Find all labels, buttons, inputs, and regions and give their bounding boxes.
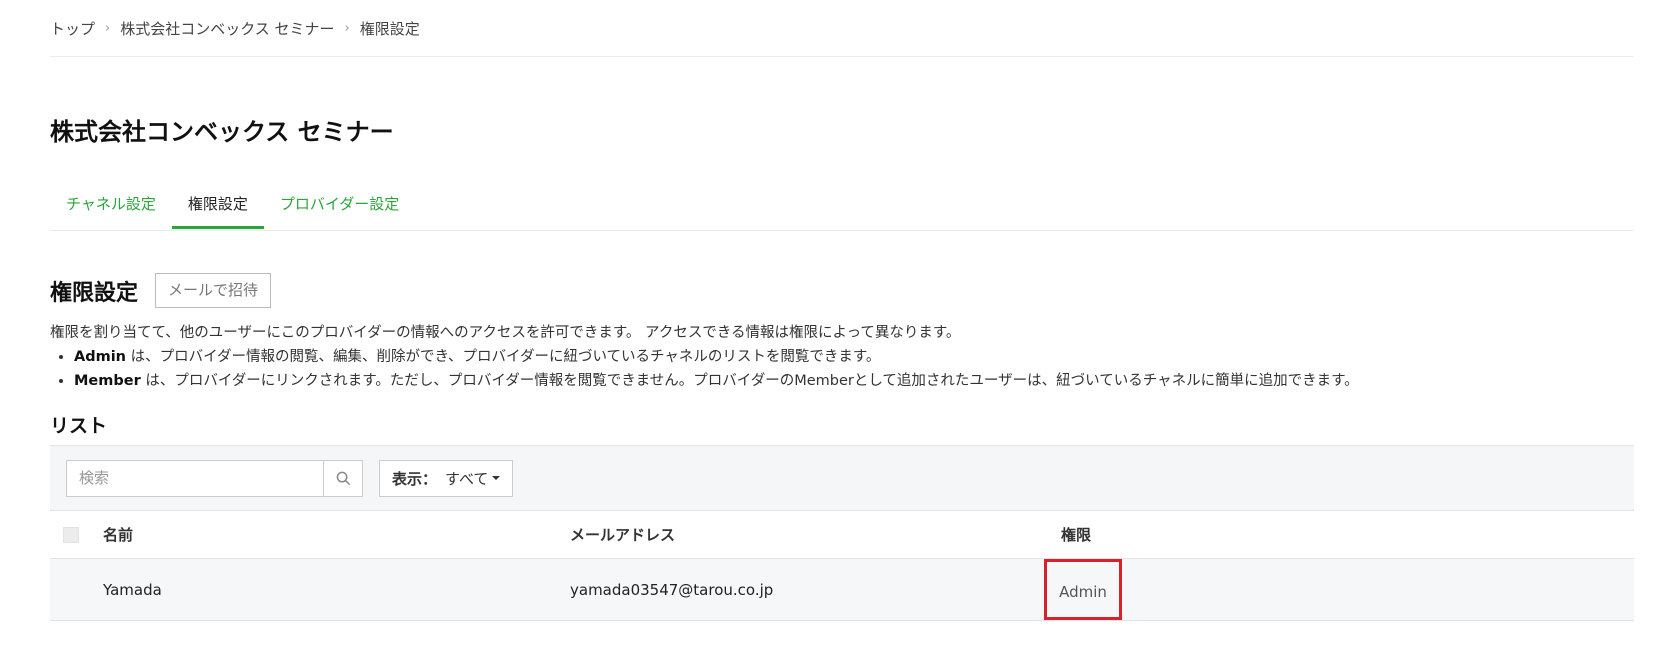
filter-label: 表示： — [392, 469, 438, 488]
role-highlight-box: Admin — [1044, 559, 1122, 620]
search-icon — [336, 471, 350, 485]
page-title: 株式会社コンベックス セミナー — [50, 118, 394, 146]
table-header: 名前 メールアドレス 権限 — [50, 511, 1634, 559]
breadcrumb-item-provider[interactable]: 株式会社コンベックス セミナー — [120, 18, 334, 39]
section-header: 権限設定 メールで招待 — [50, 273, 1634, 308]
search-box — [66, 459, 363, 497]
breadcrumb-item-top[interactable]: トップ — [50, 18, 95, 39]
breadcrumb: トップ › 株式会社コンベックス セミナー › 権限設定 — [50, 0, 1634, 57]
role-list: Admin は、プロバイダー情報の閲覧、編集、削除ができ、プロバイダーに紐づいて… — [50, 345, 1634, 393]
select-all-checkbox[interactable] — [63, 526, 79, 543]
column-header-name[interactable]: 名前 — [103, 524, 133, 545]
role-name: Admin — [74, 349, 127, 365]
description-text: 権限を割り当てて、他のユーザーにこのプロバイダーの情報へのアクセスを許可できます… — [50, 325, 961, 341]
permission-description: 権限を割り当てて、他のユーザーにこのプロバイダーの情報へのアクセスを許可できます… — [50, 321, 1634, 393]
role-item-member: Member は、プロバイダーにリンクされます。ただし、プロバイダー情報を閲覧で… — [74, 369, 1634, 393]
display-filter-dropdown[interactable]: 表示： すべて — [379, 459, 514, 497]
invite-by-email-button[interactable]: メールで招待 — [155, 273, 272, 308]
chevron-right-icon: › — [105, 20, 111, 36]
cell-role[interactable]: Admin — [1059, 583, 1107, 601]
tab-channel-settings[interactable]: チャネル設定 — [50, 191, 172, 229]
section-title: 権限設定 — [50, 280, 139, 306]
search-button[interactable] — [323, 460, 362, 496]
role-text: は、プロバイダーにリンクされます。ただし、プロバイダー情報を閲覧できません。プロ… — [140, 373, 1359, 389]
list-toolbar: 表示： すべて — [50, 445, 1634, 511]
filter-value: すべて — [445, 469, 489, 488]
search-input[interactable] — [67, 460, 323, 496]
role-name: Member — [74, 373, 141, 389]
column-header-email[interactable]: メールアドレス — [570, 524, 675, 545]
table-row[interactable]: Yamada yamada03547@tarou.co.jp Admin — [50, 559, 1634, 621]
cell-email: yamada03547@tarou.co.jp — [570, 580, 774, 599]
cell-name: Yamada — [103, 580, 162, 599]
breadcrumb-item-current: 権限設定 — [359, 19, 420, 38]
tab-provider-settings[interactable]: プロバイダー設定 — [264, 191, 415, 229]
tab-permission-settings[interactable]: 権限設定 — [171, 191, 264, 229]
role-item-admin: Admin は、プロバイダー情報の閲覧、編集、削除ができ、プロバイダーに紐づいて… — [74, 345, 1634, 369]
caret-down-icon — [492, 476, 501, 480]
chevron-right-icon: › — [344, 20, 350, 36]
page-container: トップ › 株式会社コンベックス セミナー › 権限設定 株式会社コンベックス … — [50, 0, 1634, 621]
list-title: リスト — [50, 415, 108, 437]
role-text: は、プロバイダー情報の閲覧、編集、削除ができ、プロバイダーに紐づいているチャネル… — [126, 349, 881, 365]
column-header-role[interactable]: 権限 — [1061, 524, 1091, 545]
tab-bar: チャネル設定 権限設定 プロバイダー設定 — [50, 191, 1634, 231]
